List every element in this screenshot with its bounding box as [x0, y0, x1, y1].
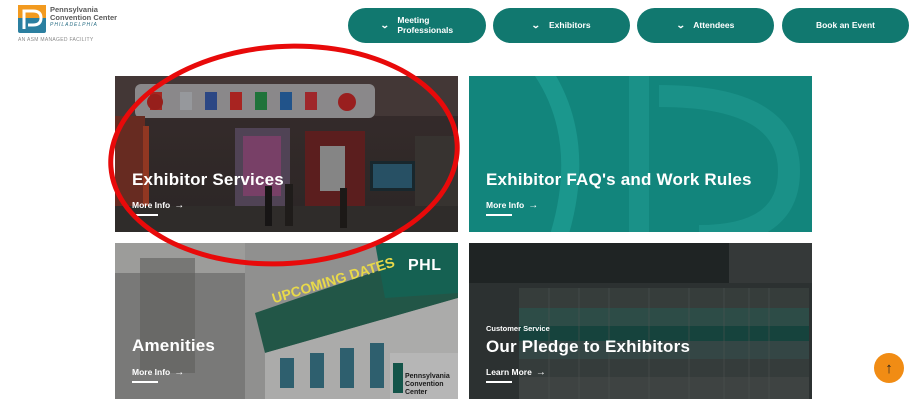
nav-attendees[interactable]: ⌄ Attendees — [637, 8, 774, 43]
more-info-link[interactable]: More Info → — [486, 200, 538, 211]
nav-exhibitors[interactable]: ⌄ Exhibitors — [493, 8, 630, 43]
nav-label-line-2: Professionals — [397, 24, 454, 35]
arrow-up-icon: ↑ — [885, 359, 893, 377]
nav-label-line-1: Meeting — [397, 15, 430, 25]
link-underline — [486, 214, 512, 216]
tile-title: Exhibitor FAQ's and Work Rules — [486, 170, 752, 189]
logo-mark-icon — [18, 5, 46, 33]
chevron-down-icon: ⌄ — [379, 20, 390, 30]
site-logo[interactable]: Pennsylvania Convention Center PHILADELP… — [18, 5, 138, 45]
tile-eyebrow: Customer Service — [486, 324, 550, 333]
logo-wordmark: Pennsylvania Convention Center PHILADELP… — [50, 6, 117, 29]
nav-label: Meeting Professionals — [397, 15, 454, 35]
more-info-link[interactable]: More Info → — [132, 367, 184, 378]
book-an-event-button[interactable]: Book an Event — [782, 8, 909, 43]
nav-label: Exhibitors — [548, 19, 591, 30]
arrow-right-icon: → — [174, 367, 185, 378]
chevron-down-icon: ⌄ — [531, 20, 542, 30]
nav-label: Attendees — [693, 19, 735, 30]
link-label: More Info — [486, 200, 525, 210]
logo-line-3: PHILADELPHIA — [50, 22, 98, 28]
tile-title: Our Pledge to Exhibitors — [486, 337, 691, 356]
logo-line-2: Convention Center — [50, 13, 118, 22]
nav-meeting-professionals[interactable]: ⌄ Meeting Professionals — [348, 8, 486, 43]
sign-line-1: Pennsylvania — [405, 373, 450, 380]
link-underline — [132, 381, 158, 383]
annotation-circle — [100, 31, 468, 279]
phl-sign-text: PHL — [408, 257, 442, 274]
learn-more-link[interactable]: Learn More → — [486, 367, 546, 378]
back-to-top-button[interactable]: ↑ — [874, 353, 904, 383]
tile-amenities[interactable]: PHL UPCOMING DATES Pennsylvania Conventi… — [115, 243, 458, 399]
link-label: Learn More — [486, 367, 532, 377]
tile-title: Amenities — [132, 336, 216, 355]
arrow-right-icon: → — [535, 367, 546, 378]
link-label: More Info — [132, 367, 171, 377]
page: Pennsylvania Convention Center PHILADELP… — [0, 0, 909, 406]
site-header: Pennsylvania Convention Center PHILADELP… — [0, 0, 909, 50]
sign-line-2: Convention Center — [405, 381, 444, 396]
logo-tagline: AN ASM MANAGED FACILITY — [18, 37, 94, 43]
convention-center-sign: Pennsylvania Convention Center — [405, 373, 458, 397]
tile-our-pledge[interactable]: Customer Service Our Pledge to Exhibitor… — [469, 243, 812, 399]
chevron-down-icon: ⌄ — [675, 20, 686, 30]
tile-exhibitor-faq[interactable]: Exhibitor FAQ's and Work Rules More Info… — [469, 76, 812, 232]
arrow-right-icon: → — [528, 200, 539, 211]
nav-label: Book an Event — [815, 19, 876, 30]
link-underline — [486, 381, 512, 383]
